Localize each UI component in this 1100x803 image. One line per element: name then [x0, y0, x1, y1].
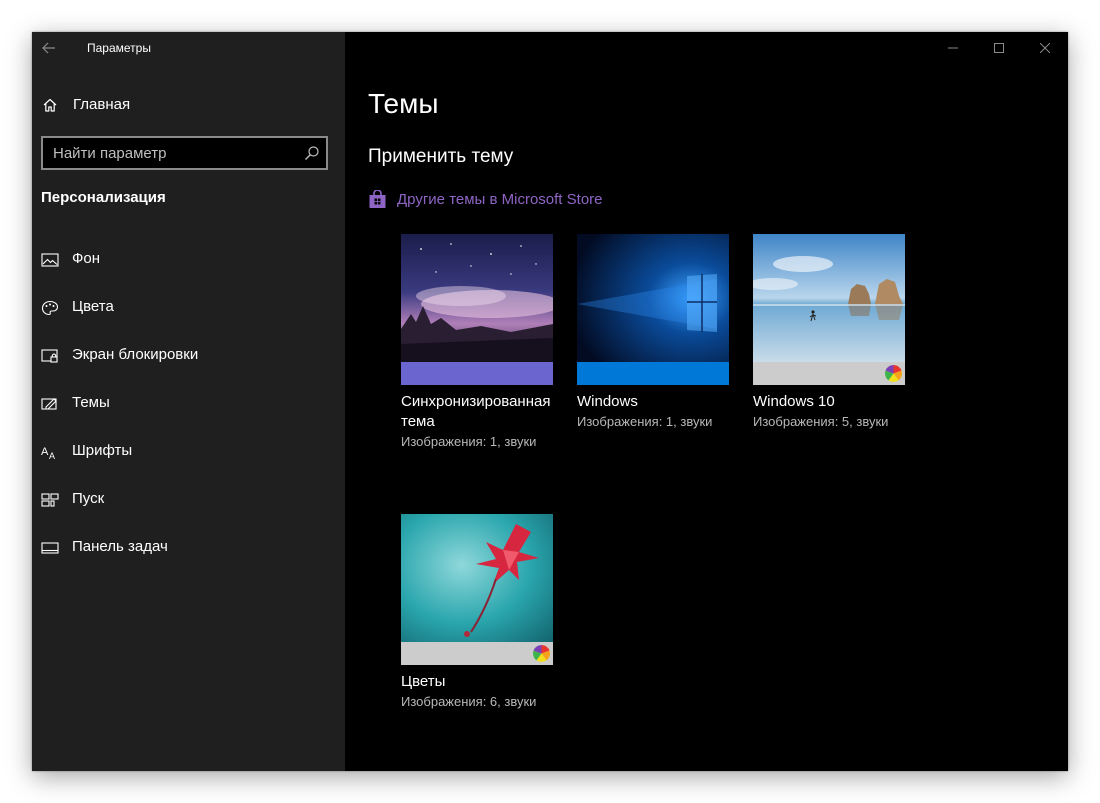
search-icon[interactable]	[304, 145, 320, 161]
app-title: Параметры	[87, 41, 151, 55]
back-button[interactable]	[32, 32, 66, 64]
theme-thumbnail	[401, 234, 553, 362]
svg-text:A: A	[41, 446, 49, 458]
sidebar-item-label: Пуск	[72, 490, 105, 507]
main-content: Темы Применить тему Другие темы в Micros…	[345, 32, 1068, 771]
minimize-button[interactable]	[930, 32, 976, 64]
close-button[interactable]	[1022, 32, 1068, 64]
section-title: Персонализация	[41, 189, 166, 206]
sidebar-item-label: Панель задач	[72, 538, 168, 555]
theme-description: Изображения: 1, звуки	[577, 414, 713, 429]
sidebar-item-label: Фон	[72, 250, 101, 267]
page-title: Темы	[368, 88, 439, 119]
theme-color-bar	[401, 642, 553, 665]
sidebar-item-background[interactable]: Фон	[32, 236, 345, 284]
sidebar-item-lock-screen[interactable]: Экран блокировки	[32, 332, 345, 380]
sidebar-item-label: Цвета	[72, 298, 114, 315]
sidebar-item-colors[interactable]: Цвета	[32, 284, 345, 332]
brush-icon	[41, 398, 57, 410]
color-wheel-icon	[885, 365, 902, 382]
color-wheel-icon	[533, 645, 550, 662]
store-link-text: Другие темы в Microsoft Store	[397, 190, 603, 208]
theme-thumbnail	[401, 514, 553, 642]
taskbar-icon	[41, 542, 59, 554]
font-icon: A A	[41, 446, 55, 460]
window-controls	[930, 32, 1068, 64]
theme-name: Синхронизированная тема	[401, 393, 551, 430]
apply-theme-heading: Применить тему	[368, 146, 514, 167]
sidebar-item-label: Экран блокировки	[72, 346, 199, 363]
sidebar-item-start[interactable]: Пуск	[32, 476, 345, 524]
store-bag-icon	[369, 189, 386, 208]
theme-color-bar	[577, 362, 729, 385]
sidebar-nav: Фон Цвета Экран блокировки Темы A A Шриф…	[32, 236, 345, 572]
theme-color-bar	[401, 362, 553, 385]
sidebar: Параметры Главная Персонализация Фон	[32, 32, 345, 771]
theme-card-flowers[interactable]: Цветы Изображения: 6, звуки	[401, 514, 553, 709]
picture-icon	[41, 253, 59, 267]
theme-thumbnail	[577, 234, 729, 362]
sidebar-item-themes[interactable]: Темы	[32, 380, 345, 428]
theme-name: Windows	[577, 393, 638, 410]
start-tiles-icon	[41, 493, 59, 507]
theme-card-windows[interactable]: Windows Изображения: 1, звуки	[577, 234, 729, 429]
back-arrow-icon	[42, 42, 55, 54]
home-icon	[43, 98, 57, 112]
svg-text:A: A	[49, 451, 55, 460]
sidebar-item-label: Главная	[73, 96, 131, 113]
maximize-icon	[994, 43, 1004, 53]
theme-card-windows-10[interactable]: Windows 10 Изображения: 5, звуки	[753, 234, 905, 429]
minimize-icon	[948, 47, 958, 49]
search-input[interactable]	[43, 138, 303, 168]
theme-description: Изображения: 6, звуки	[401, 694, 537, 709]
lock-screen-icon	[41, 349, 58, 363]
theme-description: Изображения: 5, звуки	[753, 414, 889, 429]
sidebar-item-label: Темы	[72, 394, 110, 411]
theme-description: Изображения: 1, звуки	[401, 434, 537, 449]
theme-name: Цветы	[401, 673, 446, 690]
settings-window: Параметры Главная Персонализация Фон	[32, 32, 1068, 771]
sidebar-item-fonts[interactable]: A A Шрифты	[32, 428, 345, 476]
sidebar-item-taskbar[interactable]: Панель задач	[32, 524, 345, 572]
sidebar-item-label: Шрифты	[72, 442, 133, 459]
theme-thumbnail	[753, 234, 905, 362]
theme-name: Windows 10	[753, 393, 835, 410]
palette-icon	[41, 300, 59, 316]
sidebar-item-home[interactable]: Главная	[32, 88, 345, 122]
search-box	[41, 136, 328, 170]
theme-color-bar	[753, 362, 905, 385]
microsoft-store-link[interactable]: Другие темы в Microsoft Store	[368, 188, 603, 210]
maximize-button[interactable]	[976, 32, 1022, 64]
theme-card-synced[interactable]: Синхронизированная тема Изображения: 1, …	[401, 234, 553, 449]
close-icon	[1040, 43, 1050, 53]
